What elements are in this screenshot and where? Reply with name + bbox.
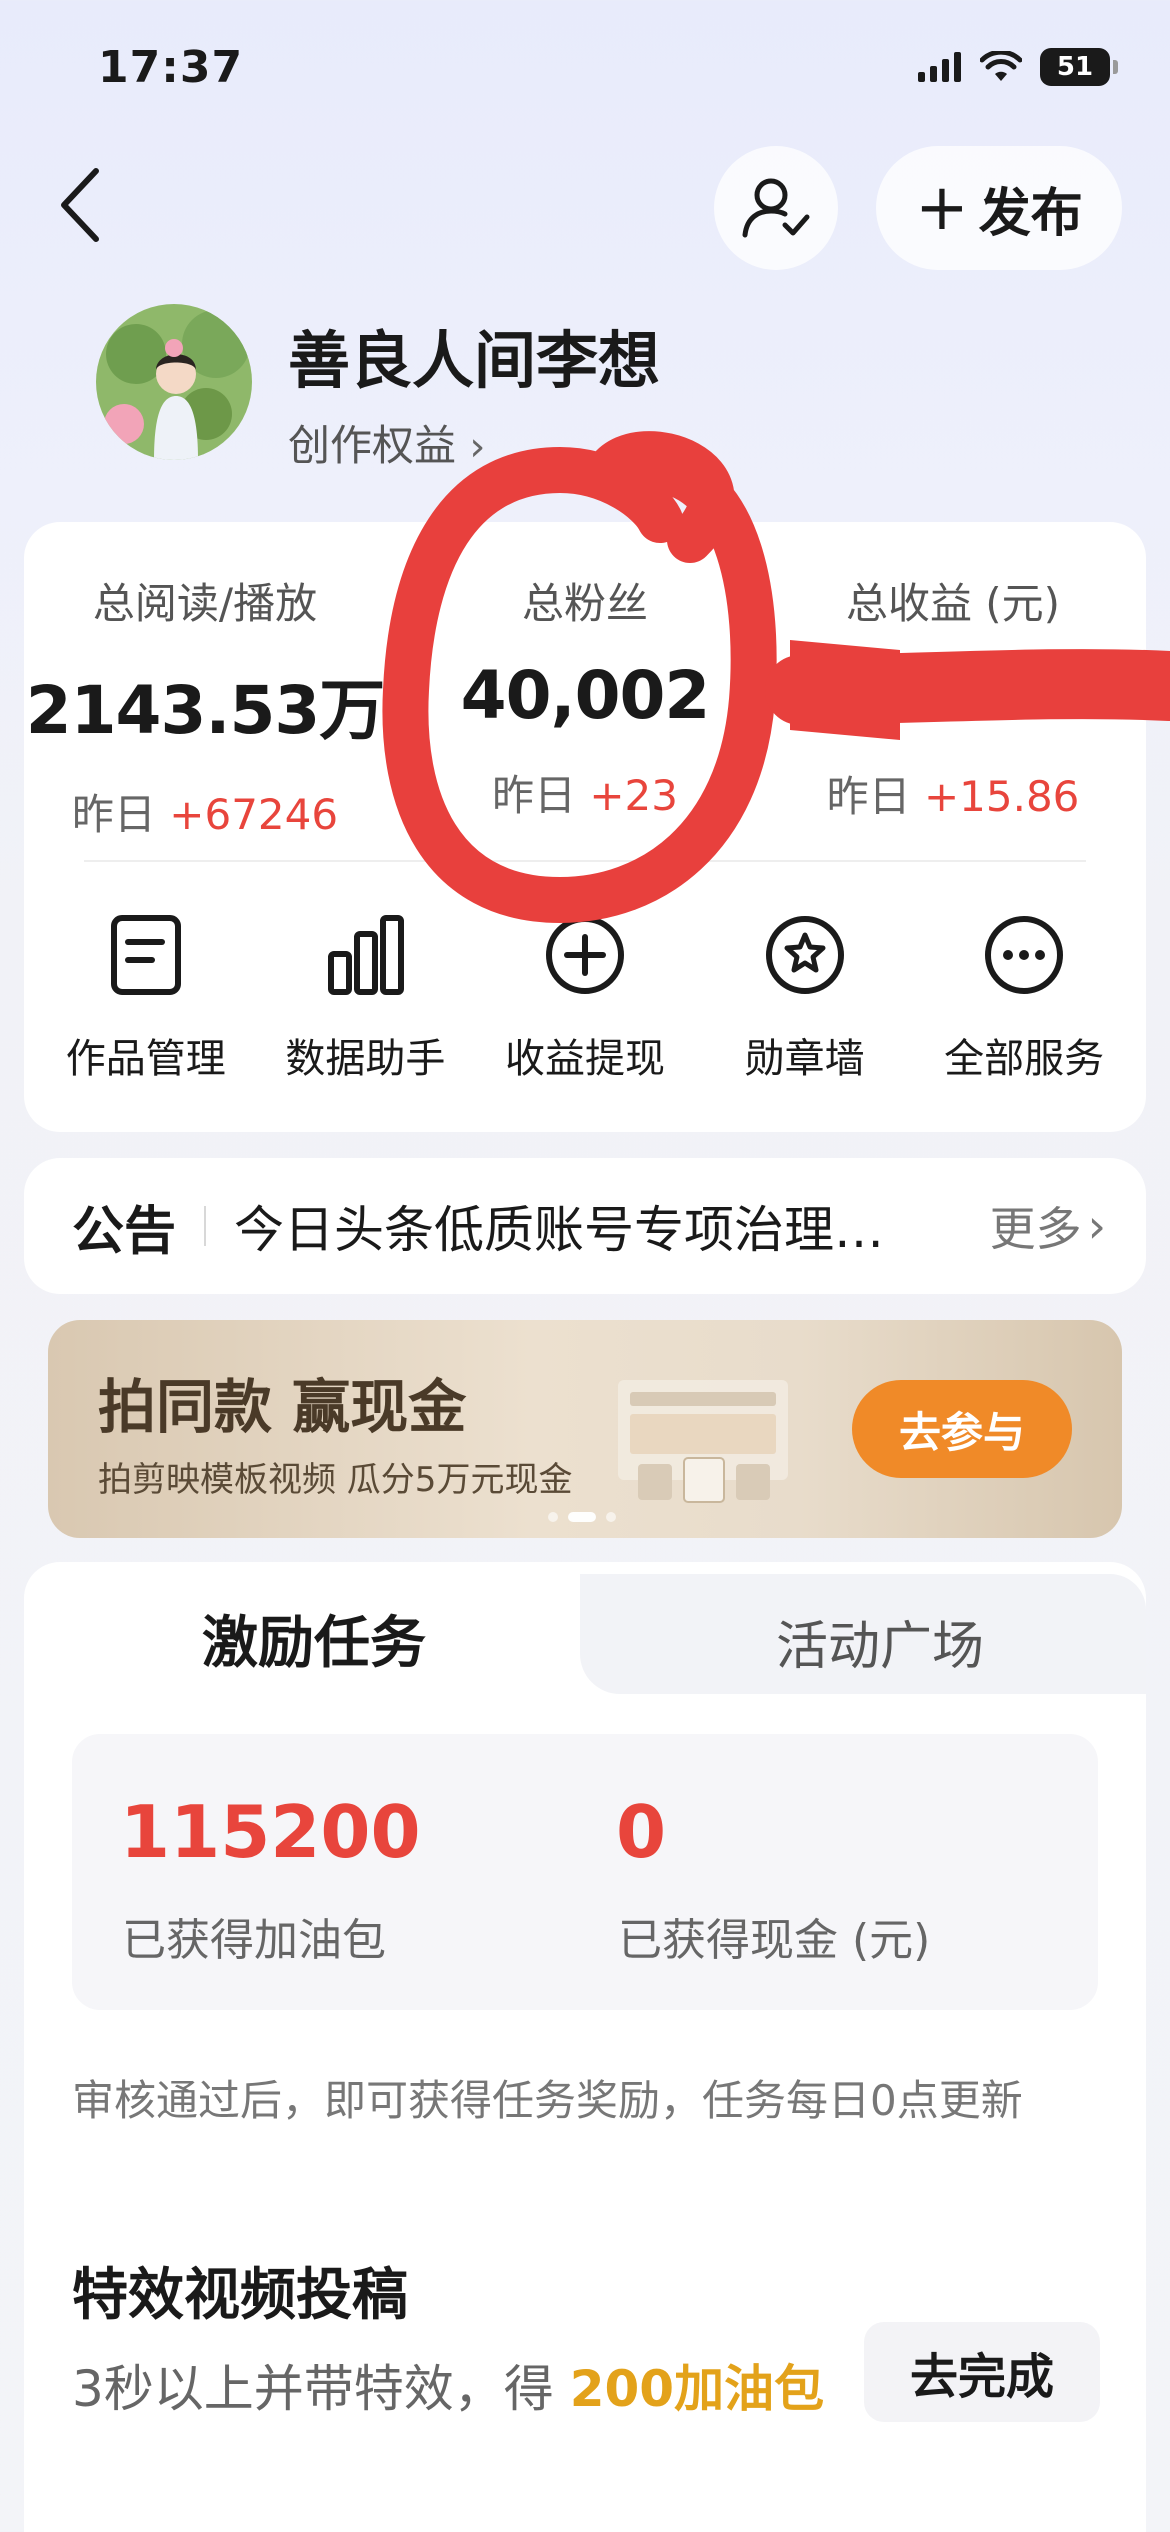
publish-label: 发布 [978,183,1083,244]
service-all[interactable]: 全部服务 [919,910,1129,1084]
stat-delta: 昨日 +23 [491,771,678,820]
stat-value: 2143.53万 [25,672,386,749]
stat-total-fans[interactable]: 总粉丝 40,002 昨日 +23 [400,570,770,823]
stat-label: 总收益 (元) [845,579,1061,628]
stat-delta: 昨日 +15.86 [826,772,1080,821]
battery-icon: 51 [1040,48,1118,86]
more-icon [979,910,1069,1000]
banner-title: 拍同款 赢现金 [98,1373,467,1441]
notice-title: 公告 [72,1201,177,1262]
service-label: 作品管理 [65,1036,226,1082]
signal-icon [918,52,961,82]
service-works-management[interactable]: 作品管理 [41,910,251,1084]
notice-more-link[interactable]: 更多 › [990,1193,1106,1259]
back-button[interactable] [40,160,120,250]
withdraw-icon [540,910,630,1000]
tab-incentive-tasks[interactable]: 激励任务 [24,1598,604,1679]
avatar[interactable] [96,304,252,460]
creator-benefits-link[interactable]: 创作权益 › [288,412,485,473]
service-data-assistant[interactable]: 数据助手 [260,910,470,1084]
stat-total-income[interactable]: 总收益 (元) 昨日 +15.86 [768,570,1138,824]
creator-benefits-label: 创作权益 [288,421,457,470]
banner-cta-button[interactable]: 去参与 [852,1380,1072,1478]
stat-value [768,657,1138,735]
banner-illustration [618,1380,788,1503]
task-reward: 200加油包 [569,2360,825,2418]
service-withdraw[interactable]: 收益提现 [480,910,690,1084]
carousel-dot [548,1512,558,1522]
service-label: 勋章墙 [744,1036,865,1082]
medal-icon [760,910,850,1000]
chevron-right-icon: › [469,424,486,470]
stat-delta: 昨日 +67246 [71,790,339,839]
earned-cash-label: 已获得现金 (元) [618,1915,931,1966]
chevron-left-icon [61,168,99,242]
divider [84,860,1086,862]
stat-label: 总阅读/播放 [92,579,318,628]
carousel-dot [606,1512,616,1522]
follow-button[interactable] [714,146,838,270]
promo-banner[interactable]: 拍同款 赢现金 拍剪映模板视频 瓜分5万元现金 去参与 [48,1320,1122,1538]
stat-value: 40,002 [460,657,711,734]
chevron-right-icon: › [1087,1199,1106,1253]
banner-subtitle: 拍剪映模板视频 瓜分5万元现金 [98,1460,573,1500]
task-title: 特效视频投稿 [72,2263,408,2328]
user-follow-icon [742,178,810,238]
document-icon [101,910,191,1000]
service-medal-wall[interactable]: 勋章墙 [700,910,910,1084]
tab-activity-plaza[interactable]: 活动广场 [620,1604,1140,1679]
status-time: 17:37 [98,42,244,93]
stat-label: 总粉丝 [521,579,648,628]
username: 善良人间李想 [288,324,661,397]
task-description: 3秒以上并带特效，得 200加油包 [72,2360,825,2418]
task-rule-text: 审核通过后，即可获得任务奖励，任务每日0点更新 [72,2076,1023,2125]
notice-divider [204,1206,207,1246]
wifi-icon [980,51,1022,81]
services-row: 作品管理 数据助手 收益提现 勋章墙 全部服务 [24,910,1146,1084]
stat-total-reads[interactable]: 总阅读/播放 2143.53万 昨日 +67246 [20,570,390,842]
earned-fuel-label: 已获得加油包 [122,1915,386,1966]
notice-more-label: 更多 [989,1202,1082,1256]
earned-cash-value: 0 [616,1790,667,1874]
notice-text[interactable]: 今日头条低质账号专项治理… [234,1190,960,1262]
earned-fuel-value: 115200 [120,1790,421,1874]
carousel-dots [548,1512,616,1522]
notice-bar[interactable]: 公告 今日头条低质账号专项治理… 更多 › [24,1158,1146,1294]
service-label: 收益提现 [504,1036,665,1082]
service-label: 全部服务 [944,1036,1105,1082]
stats-card: 总阅读/播放 2143.53万 昨日 +67246 总粉丝 40,002 昨日 … [24,522,1146,1132]
complete-task-button[interactable]: 去完成 [864,2322,1100,2422]
status-icons: 51 [918,48,1118,86]
carousel-dot-active [568,1512,596,1522]
publish-button[interactable]: + 发布 [876,146,1122,270]
earnings-box: 115200 已获得加油包 0 已获得现金 (元) [72,1734,1098,2010]
bar-chart-icon [320,910,410,1000]
service-label: 数据助手 [285,1036,446,1082]
plus-icon: + [915,171,969,245]
